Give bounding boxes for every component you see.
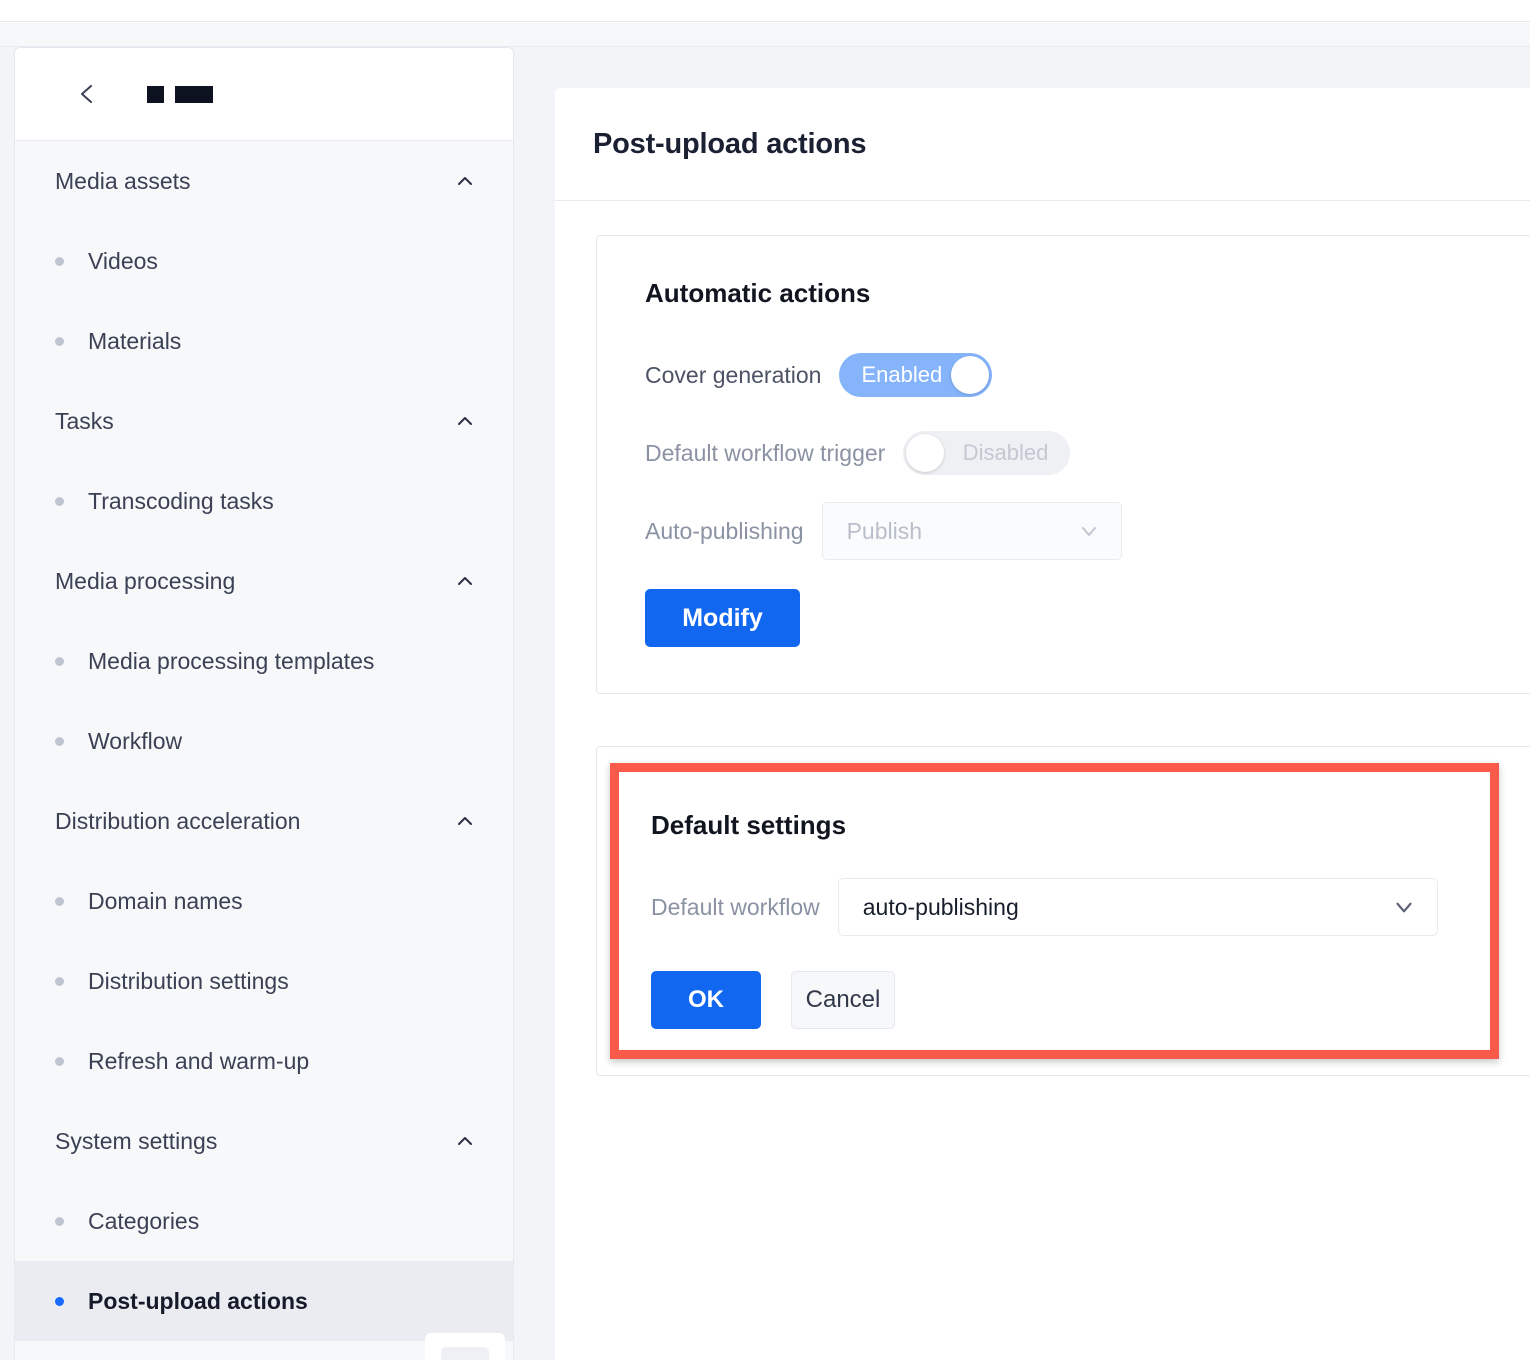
sidebar-group-label: Tasks <box>55 407 114 434</box>
chevron-up-icon[interactable] <box>455 811 475 831</box>
main-header: Post-upload actions <box>555 88 1530 201</box>
chevron-down-icon <box>1391 894 1417 920</box>
bottom-overlay-popup <box>425 1333 505 1360</box>
bullet-icon <box>55 336 64 346</box>
sidebar-item-refresh-and-warm-up[interactable]: Refresh and warm-up <box>15 1021 513 1101</box>
bullet-icon <box>55 1216 64 1226</box>
page-top-band <box>0 23 1530 47</box>
chevron-up-icon[interactable] <box>455 571 475 591</box>
default-workflow-row: Default workflow auto-publishing <box>651 878 1490 936</box>
sidebar-group-tasks[interactable]: Tasks <box>15 381 513 461</box>
browser-top-strip <box>0 0 1530 22</box>
sidebar-item-materials[interactable]: Materials <box>15 301 513 381</box>
chevron-down-icon <box>1077 519 1101 543</box>
sidebar-group-label: Distribution acceleration <box>55 807 301 834</box>
sidebar-title-redacted <box>147 85 213 103</box>
bullet-icon <box>55 1296 64 1306</box>
automatic-actions-card: Automatic actions Cover generation Enabl… <box>596 235 1530 694</box>
sidebar-item-label: Media processing templates <box>88 647 375 674</box>
chevron-up-icon[interactable] <box>455 1131 475 1151</box>
sidebar-item-label: Workflow <box>88 727 183 754</box>
highlight-annotation-box: Default settings Default workflow auto-p… <box>610 763 1499 1059</box>
sidebar-item-label: Domain names <box>88 887 243 914</box>
sidebar-item-label: Post-upload actions <box>88 1287 308 1314</box>
sidebar-group-system-settings[interactable]: System settings <box>15 1101 513 1181</box>
modify-button[interactable]: Modify <box>645 589 800 647</box>
sidebar-group-label: System settings <box>55 1127 218 1154</box>
cancel-button[interactable]: Cancel <box>791 971 895 1029</box>
default-workflow-select-value: auto-publishing <box>862 893 1019 920</box>
sidebar-item-label: Videos <box>88 247 158 274</box>
cover-generation-label: Cover generation <box>645 361 822 388</box>
sidebar-item-transcoding-tasks[interactable]: Transcoding tasks <box>15 461 513 541</box>
sidebar-item-label: Transcoding tasks <box>88 487 274 514</box>
ok-button[interactable]: OK <box>651 971 761 1029</box>
default-workflow-trigger-label: Default workflow trigger <box>645 439 886 466</box>
sidebar-item-domain-names[interactable]: Domain names <box>15 861 513 941</box>
cover-generation-row: Cover generation Enabled <box>645 347 1530 403</box>
bullet-icon <box>55 656 64 666</box>
toggle-knob <box>906 434 945 472</box>
automatic-actions-heading: Automatic actions <box>645 278 871 308</box>
sidebar-item-distribution-settings[interactable]: Distribution settings <box>15 941 513 1021</box>
chevron-left-icon[interactable] <box>75 81 101 107</box>
default-workflow-label: Default workflow <box>651 893 820 920</box>
sidebar-item-post-upload-actions[interactable]: Post-upload actions <box>15 1261 513 1341</box>
auto-publishing-select[interactable]: Publish <box>821 502 1122 560</box>
sidebar-header <box>15 48 513 141</box>
default-workflow-trigger-row: Default workflow trigger Disabled <box>645 425 1530 481</box>
bullet-icon <box>55 736 64 746</box>
sidebar-item-categories[interactable]: Categories <box>15 1181 513 1261</box>
main-panel: Post-upload actions Automatic actions Co… <box>555 88 1530 1360</box>
sidebar-item-label: Categories <box>88 1207 200 1234</box>
default-workflow-trigger-toggle-state: Disabled <box>962 440 1049 465</box>
default-settings-card-wrap: Default settings Default workflow auto-p… <box>596 746 1530 1076</box>
sidebar-group-media-assets[interactable]: Media assets <box>15 141 513 221</box>
bullet-icon <box>55 496 64 506</box>
sidebar-group-media-processing[interactable]: Media processing <box>15 541 513 621</box>
default-settings-content: Default settings Default workflow auto-p… <box>619 772 1490 1029</box>
auto-publishing-select-value: Publish <box>846 517 922 544</box>
default-settings-heading: Default settings <box>651 810 847 840</box>
sidebar-item-workflow[interactable]: Workflow <box>15 701 513 781</box>
redacted-block-2 <box>175 85 213 103</box>
bullet-icon <box>55 896 64 906</box>
bullet-icon <box>55 1056 64 1066</box>
sidebar-group-label: Media processing <box>55 567 236 594</box>
sidebar-group-label: Media assets <box>55 167 191 194</box>
bullet-icon <box>55 976 64 986</box>
sidebar-nav: Media assets Videos Materials Tasks Tran… <box>15 141 513 1341</box>
sidebar-item-label: Refresh and warm-up <box>88 1047 310 1074</box>
chevron-up-icon[interactable] <box>455 411 475 431</box>
sidebar: Media assets Videos Materials Tasks Tran… <box>14 47 514 1360</box>
sidebar-item-label: Distribution settings <box>88 967 289 994</box>
default-settings-actions: OK Cancel <box>651 971 1490 1029</box>
sidebar-item-label: Materials <box>88 327 182 354</box>
bullet-icon <box>55 256 64 266</box>
main-body: Automatic actions Cover generation Enabl… <box>555 201 1530 1076</box>
sidebar-group-distribution-acceleration[interactable]: Distribution acceleration <box>15 781 513 861</box>
auto-publishing-label: Auto-publishing <box>645 517 804 544</box>
default-workflow-select[interactable]: auto-publishing <box>837 878 1438 936</box>
cover-generation-toggle-state: Enabled <box>861 362 943 387</box>
sidebar-item-videos[interactable]: Videos <box>15 221 513 301</box>
redacted-block-1 <box>147 85 164 103</box>
default-workflow-trigger-toggle[interactable]: Disabled <box>903 431 1071 475</box>
toggle-knob <box>951 356 990 394</box>
cover-generation-toggle[interactable]: Enabled <box>839 353 993 397</box>
bottom-overlay-popup-button[interactable] <box>441 1347 489 1360</box>
sidebar-item-media-processing-templates[interactable]: Media processing templates <box>15 621 513 701</box>
page-title: Post-upload actions <box>593 127 867 160</box>
chevron-up-icon[interactable] <box>455 171 475 191</box>
auto-publishing-row: Auto-publishing Publish <box>645 502 1530 560</box>
